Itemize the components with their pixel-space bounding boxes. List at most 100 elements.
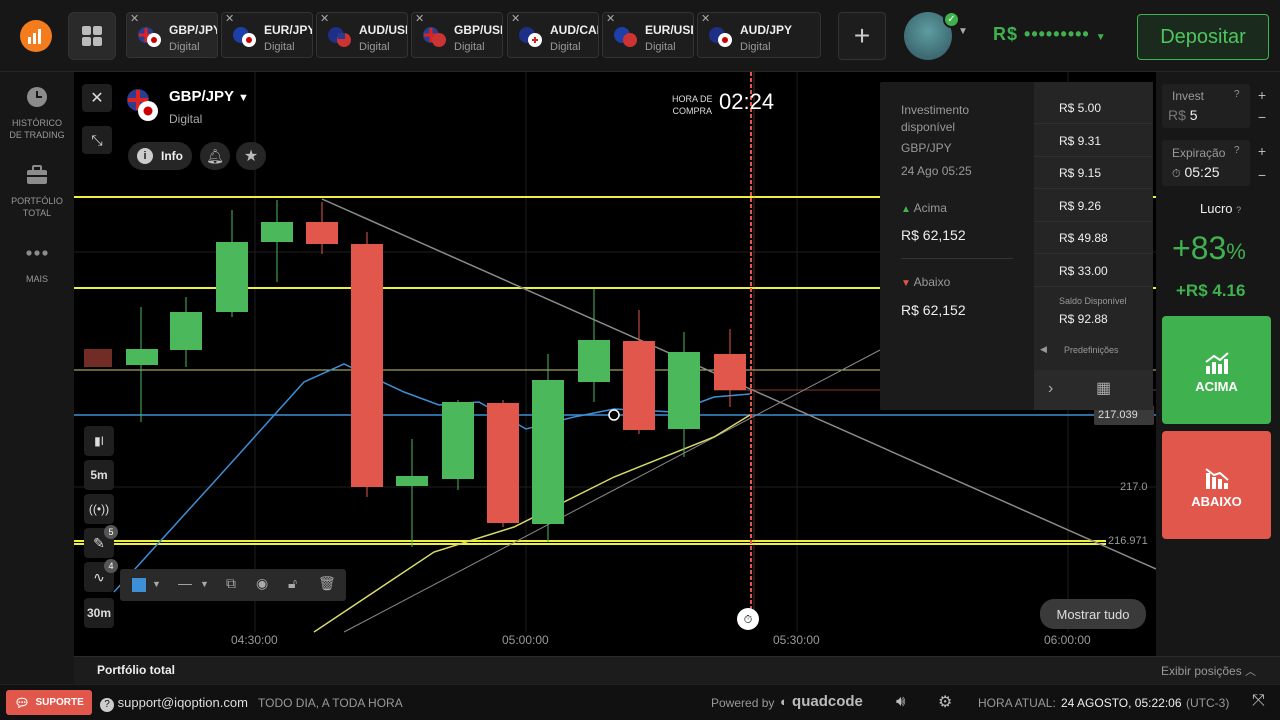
increase-expiry-button[interactable]: + [1253, 140, 1271, 162]
close-tab-icon[interactable]: ✕ [225, 12, 234, 25]
close-tab-icon[interactable]: ✕ [701, 12, 710, 25]
preset-item[interactable]: R$ 9.31 [1034, 125, 1153, 157]
expiry-box[interactable]: Expiração ? ⏱ 05:25 [1162, 140, 1250, 186]
help-icon: ? [1236, 205, 1242, 215]
trash-icon[interactable]: 🗑︎ [318, 575, 336, 592]
down-value: R$ 62,152 [901, 302, 966, 318]
asset-tab[interactable]: ✕ AUD/USD Digital [316, 12, 408, 58]
duplicate-icon[interactable]: ⧉ [226, 575, 236, 592]
favorite-button[interactable]: ★ [236, 142, 266, 170]
time-label: 05:00:00 [502, 633, 549, 647]
timezone: (UTC-3) [1186, 696, 1230, 710]
preset-item[interactable]: R$ 9.26 [1034, 190, 1153, 222]
invest-input[interactable]: R$ 5 [1168, 107, 1198, 123]
unlock-icon[interactable]: 🔓︎ [288, 575, 297, 592]
star-icon: ★ [243, 148, 259, 165]
profile-caret-icon[interactable]: ▼ [958, 26, 968, 37]
color-swatch[interactable] [132, 578, 146, 592]
invest-input-box[interactable]: Invest ? R$ 5 [1162, 84, 1250, 128]
show-all-button[interactable]: Mostrar tudo [1040, 599, 1146, 629]
predef-label[interactable]: Predefinições [1064, 345, 1119, 355]
chevron-down-icon[interactable]: ▼ [152, 579, 161, 589]
support-email[interactable]: ? support@iqoption.com [100, 695, 248, 712]
balance-display[interactable]: R$ ••••••••• ▼ [993, 24, 1107, 45]
top-bar: ✕ GBP/JPY Digital ✕ EUR/JPY Digital ✕ AU… [0, 0, 1280, 72]
preset-item[interactable]: R$ 9.15 [1034, 157, 1153, 189]
decrease-amount-button[interactable]: − [1253, 106, 1271, 128]
minimize-button[interactable]: ⤡ [82, 126, 112, 154]
sidebar-item-history[interactable]: HISTÓRICO DE TRADING [0, 86, 74, 141]
balance-caret-icon: ▼ [1095, 32, 1107, 43]
asset-tab[interactable]: ✕ AUD/CAD Digital [507, 12, 599, 58]
plus-icon: + [853, 20, 871, 51]
info-button[interactable]: i Info [128, 142, 192, 170]
sidebar-item-portfolio[interactable]: PORTFÓLIO TOTAL [0, 164, 74, 219]
asset-tab[interactable]: ✕ EUR/JPY Digital [221, 12, 313, 58]
asset-tab[interactable]: ✕ GBP/USD Digital [411, 12, 503, 58]
chevron-down-icon[interactable]: ▼ [200, 579, 209, 589]
line-style-icon[interactable]: — [178, 575, 192, 591]
candles-icon: ▮ǀ [94, 434, 104, 448]
indicator-count-badge: 4 [104, 559, 118, 573]
fullscreen-icon[interactable]: ⤧ [1252, 692, 1265, 710]
chevron-right-icon[interactable]: › [1048, 380, 1053, 398]
asset-tab[interactable]: ✕ GBP/JPY Digital [126, 12, 218, 58]
price-label-216971: 216.971 [1108, 535, 1148, 547]
close-chart-button[interactable]: ✕ [82, 84, 112, 112]
down-button-label: ABAIXO [1191, 494, 1242, 509]
saldo-label: Saldo Disponível [1059, 296, 1127, 306]
clock-icon: ⏱ [1172, 168, 1181, 180]
sidebar-item-label: HISTÓRICO DE TRADING [9, 118, 65, 140]
asset-selector[interactable]: GBP/JPY ▼ [169, 88, 249, 105]
volume-icon[interactable]: 🔊︎ [896, 693, 905, 710]
iqoption-logo[interactable] [20, 20, 52, 52]
chart-type-button[interactable]: ▮ǀ [84, 426, 114, 456]
panel-footer: › ▦ [1034, 370, 1153, 410]
current-time: 24 AGOSTO, 05:22:06 [1061, 696, 1182, 710]
close-tab-icon[interactable]: ✕ [320, 12, 329, 25]
close-tab-icon[interactable]: ✕ [511, 12, 520, 25]
sidebar-item-more[interactable]: MAIS [0, 242, 74, 285]
down-button[interactable]: ABAIXO [1162, 431, 1271, 539]
chevron-left-icon[interactable]: ◀ [1040, 344, 1047, 355]
alert-button[interactable]: 🔔︎ [200, 142, 230, 170]
portfolio-label[interactable]: Portfólio total [97, 663, 175, 677]
chevron-down-icon: ▼ [237, 92, 249, 104]
show-positions-link[interactable]: Exibir posições ︿ [1161, 663, 1256, 679]
purchase-timer: 02:24 [719, 89, 775, 114]
asset-tab[interactable]: ✕ AUD/JPY Digital [697, 12, 821, 58]
add-tab-button[interactable]: + [838, 12, 886, 60]
gear-icon[interactable]: ⚙ [938, 692, 952, 712]
increase-amount-button[interactable]: + [1253, 84, 1271, 106]
up-value: R$ 62,152 [901, 227, 966, 243]
asset-tab[interactable]: ✕ EUR/USD Digital [602, 12, 694, 58]
timeframe-button[interactable]: 5m [84, 460, 114, 490]
deposit-button[interactable]: Depositar [1137, 14, 1269, 60]
signals-button[interactable]: ((•)) [84, 494, 114, 524]
profit-label: Lucro ? [1200, 201, 1242, 216]
up-button[interactable]: ACIMA [1162, 316, 1271, 424]
footer-bar: 💬︎ SUPORTE ? support@iqoption.com TODO DI… [0, 684, 1280, 720]
preset-item[interactable]: R$ 33.00 [1034, 255, 1153, 287]
close-tab-icon[interactable]: ✕ [415, 12, 424, 25]
help-icon[interactable]: ? [1234, 145, 1240, 156]
apps-grid-button[interactable] [68, 12, 116, 60]
svg-text:⏱: ⏱ [744, 613, 753, 626]
time-label: 06:00:00 [1044, 633, 1091, 647]
preset-item[interactable]: R$ 5.00 [1034, 92, 1153, 124]
decrease-expiry-button[interactable]: − [1253, 164, 1271, 186]
purchase-label: HORA DE COMPRA [672, 94, 713, 116]
tab-type: Digital [454, 41, 485, 53]
calculator-icon[interactable]: ▦ [1096, 378, 1111, 398]
eye-icon[interactable]: ◉ [256, 575, 268, 592]
support-button[interactable]: 💬︎ SUPORTE [6, 690, 92, 715]
help-icon[interactable]: ? [1234, 89, 1240, 100]
close-tab-icon[interactable]: ✕ [606, 12, 615, 25]
time-label: 05:30:00 [773, 633, 820, 647]
close-tab-icon[interactable]: ✕ [130, 12, 139, 25]
available-label: Investimento disponível [901, 103, 970, 134]
sidebar-item-label: PORTFÓLIO TOTAL [11, 196, 63, 218]
timeframe-bottom-button[interactable]: 30m [84, 598, 114, 628]
profit-percent: +83% [1172, 230, 1246, 266]
preset-item[interactable]: R$ 49.88 [1034, 222, 1153, 254]
